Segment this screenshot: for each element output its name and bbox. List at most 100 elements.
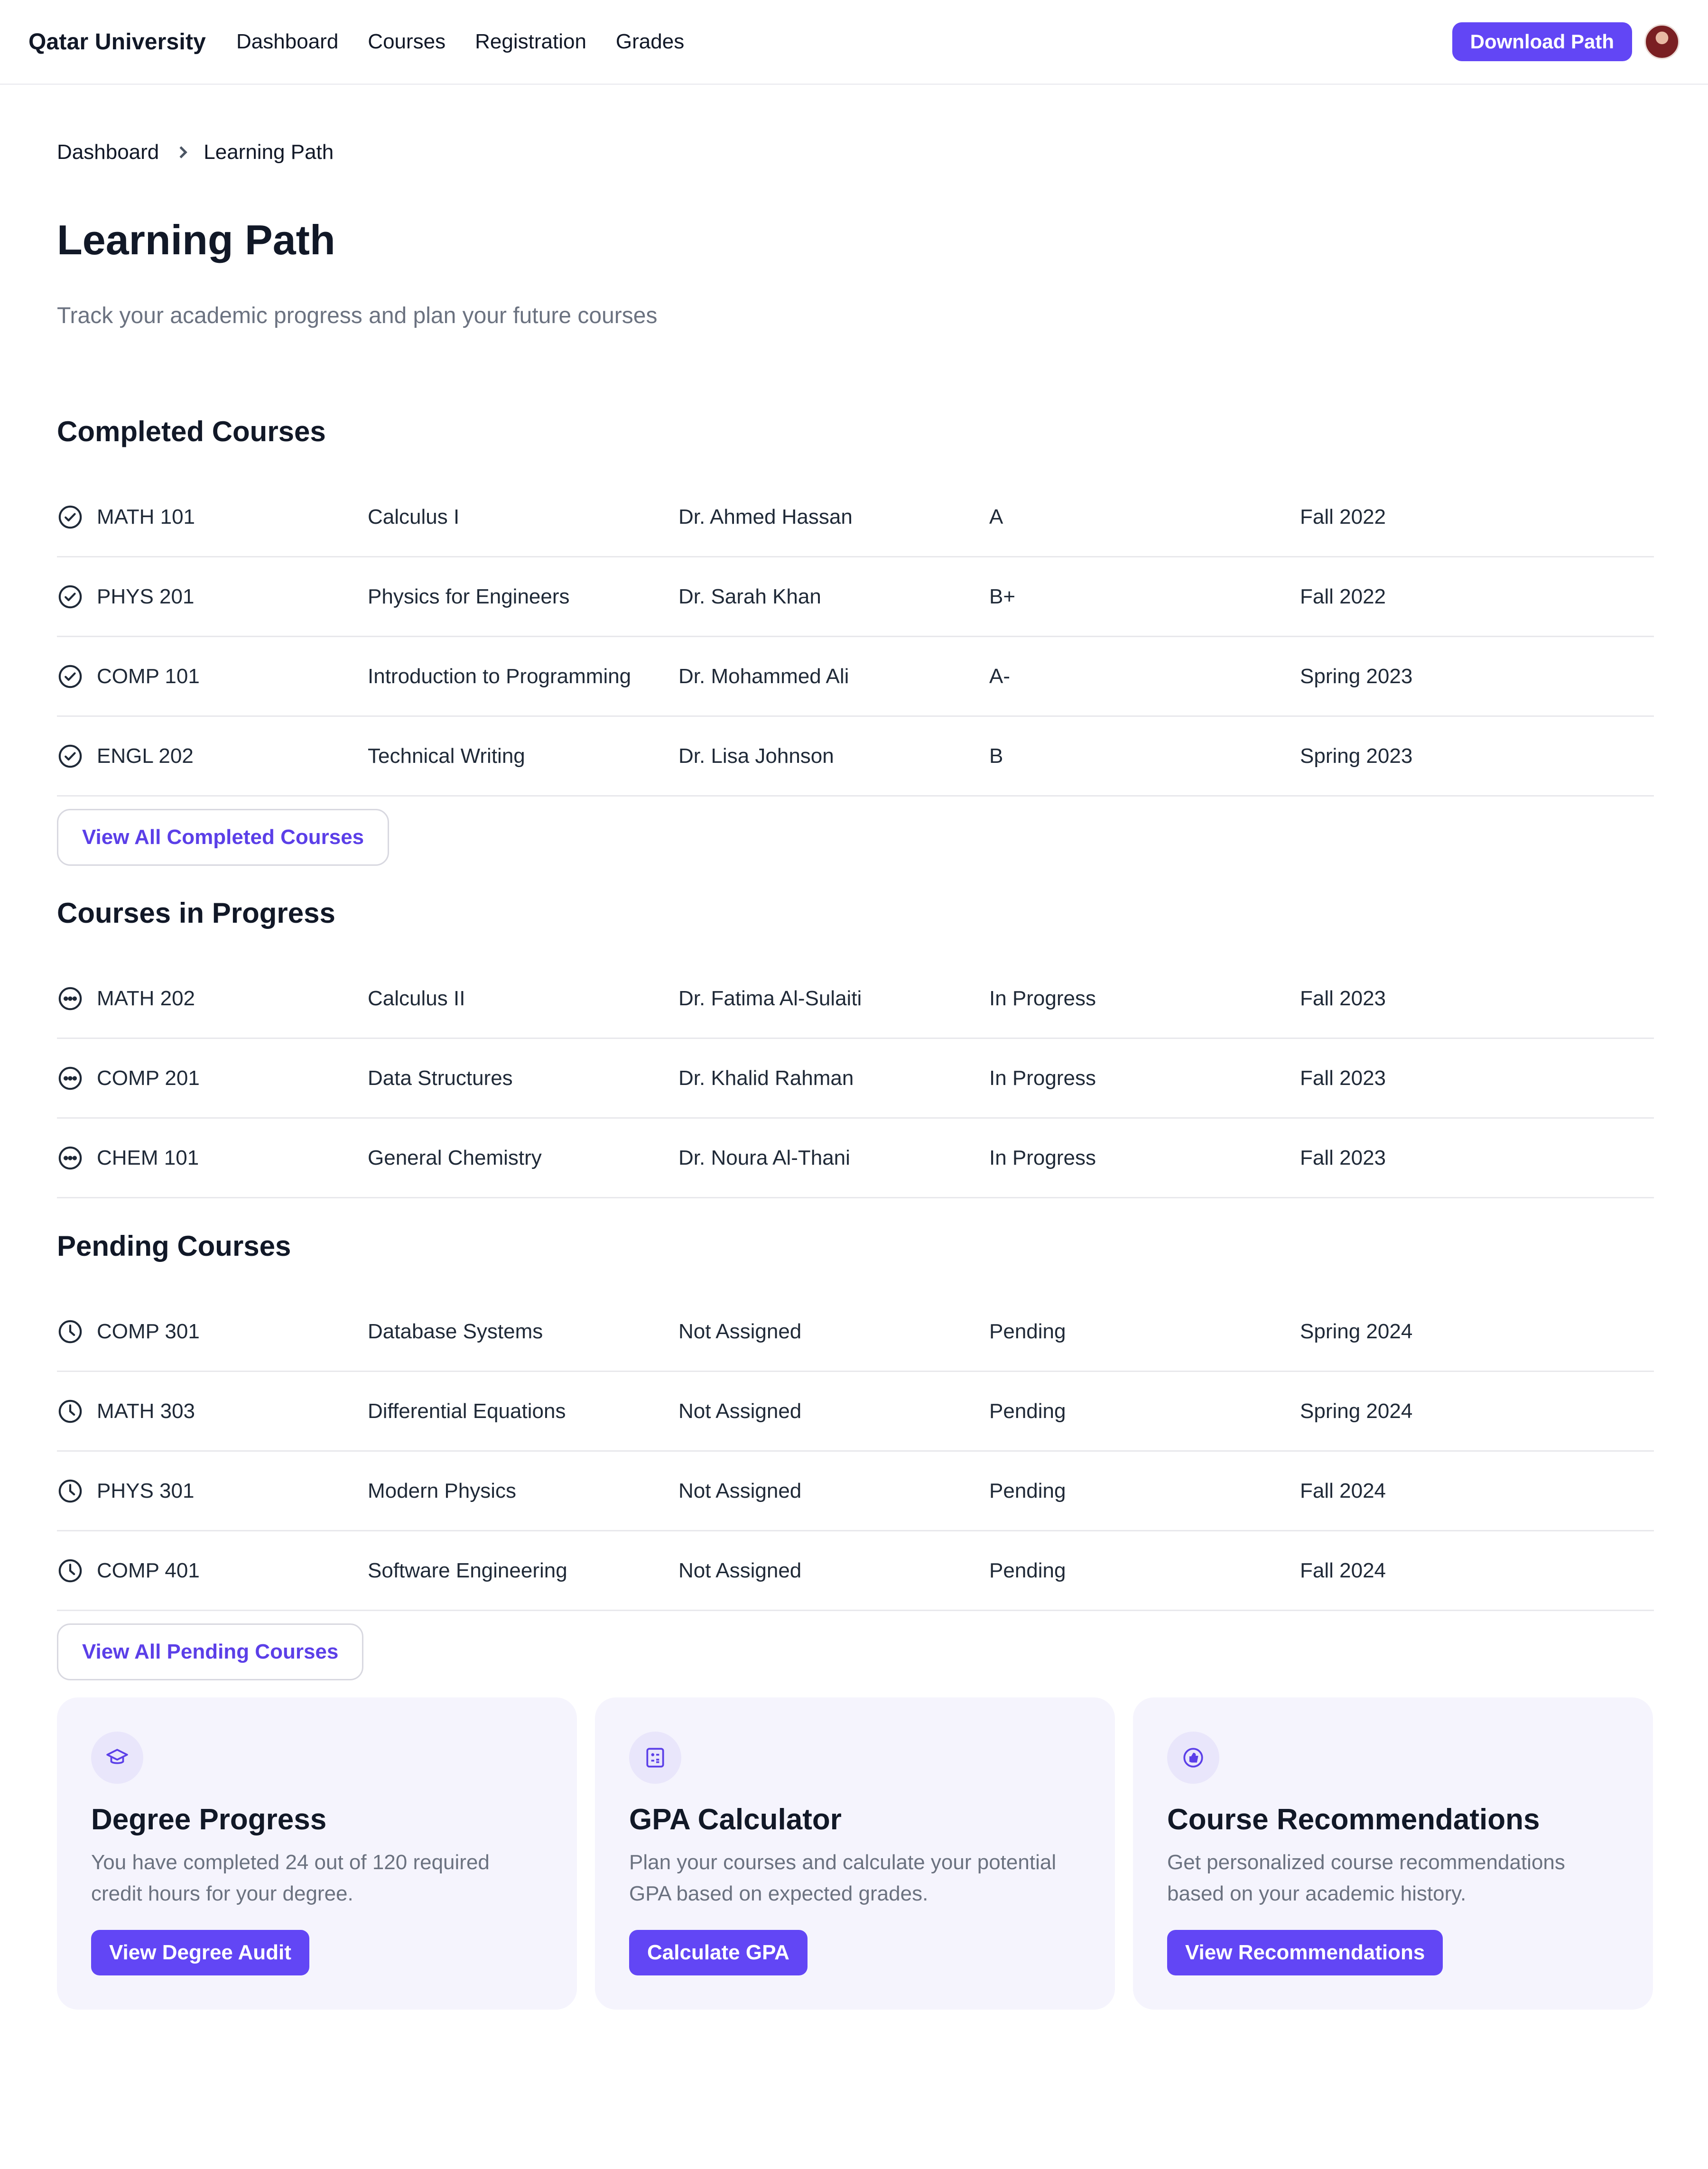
course-code-cell: COMP 401 [57,1557,368,1584]
course-instructor: Dr. Khalid Rahman [678,1066,854,1090]
course-title: Technical Writing [368,744,525,768]
course-code: CHEM 101 [97,1146,199,1169]
table-row[interactable]: PHYS 301 Modern Physics Not Assigned Pendin… [57,1452,1654,1531]
course-instructor: Dr. Mohammed Ali [678,664,849,688]
course-instructor: Dr. Ahmed Hassan [678,505,853,528]
course-grade: Pending [989,1558,1066,1582]
table-row[interactable]: MATH 303 Differential Equations Not Assign… [57,1372,1654,1452]
main-nav: Dashboard Courses Registration Grades [236,30,684,54]
course-grade: In Progress [989,1066,1096,1090]
course-term: Spring 2023 [1300,664,1413,688]
table-row[interactable]: ENGL 202 Technical Writing Dr. Lisa Johnso… [57,717,1654,797]
brand-logo[interactable]: Qatar University [28,29,206,55]
nav-courses[interactable]: Courses [368,30,446,54]
gpa-calculator-card: GPA Calculator Plan your courses and cal… [595,1697,1115,2010]
course-code: MATH 303 [97,1399,195,1423]
course-instructor: Not Assigned [678,1479,802,1502]
course-code-cell: PHYS 301 [57,1478,368,1504]
course-title: General Chemistry [368,1146,542,1169]
course-instructor: Dr. Noura Al-Thani [678,1146,850,1169]
check-circle-icon [57,504,84,530]
table-row[interactable]: CHEM 101 General Chemistry Dr. Noura Al-Th… [57,1119,1654,1198]
course-code-cell: COMP 301 [57,1318,368,1345]
course-code-cell: COMP 201 [57,1065,368,1092]
course-code: COMP 201 [97,1066,200,1090]
table-row[interactable]: MATH 101 Calculus I Dr. Ahmed Hassan A Fall … [57,478,1654,557]
course-grade: B+ [989,584,1016,608]
course-term: Fall 2023 [1300,986,1386,1010]
course-title: Differential Equations [368,1399,566,1423]
course-title: Database Systems [368,1319,543,1343]
course-term: Fall 2022 [1300,505,1386,528]
in-progress-section-title: Courses in Progress [57,897,335,929]
card-description: Plan your courses and calculate your pot… [629,1851,1057,1905]
course-term: Fall 2022 [1300,584,1386,608]
pending-table: COMP 301 Database Systems Not Assigned Pend… [57,1292,1654,1611]
avatar[interactable] [1644,24,1680,59]
clock-icon [57,1398,84,1425]
check-circle-icon [57,743,84,769]
table-row[interactable]: COMP 401 Software Engineering Not Assigned… [57,1531,1654,1611]
breadcrumb-dashboard[interactable]: Dashboard [57,140,159,164]
dots-circle-icon [57,1145,84,1171]
course-code: COMP 301 [97,1319,200,1343]
card-title: Course Recommendations [1167,1803,1540,1836]
view-all-completed-button[interactable]: View All Completed Courses [57,809,390,866]
table-row[interactable]: COMP 101 Introduction to Programming Dr. M… [57,637,1654,717]
course-term: Fall 2023 [1300,1146,1386,1169]
table-row[interactable]: PHYS 201 Physics for Engineers Dr. Sarah K… [57,557,1654,637]
breadcrumb-current: Learning Path [204,140,334,164]
course-term: Spring 2024 [1300,1319,1413,1343]
course-instructor: Not Assigned [678,1319,802,1343]
course-code: MATH 101 [97,505,195,528]
course-code-cell: CHEM 101 [57,1145,368,1171]
completed-section-title: Completed Courses [57,416,326,447]
course-term: Spring 2023 [1300,744,1413,768]
course-code: PHYS 301 [97,1479,195,1502]
course-code-cell: PHYS 201 [57,584,368,610]
feature-cards: Degree Progress You have completed 24 ou… [57,1697,1654,2010]
course-title: Calculus I [368,505,460,528]
check-circle-icon [57,663,84,690]
course-code-cell: ENGL 202 [57,743,368,769]
nav-registration[interactable]: Registration [475,30,586,54]
course-title: Modern Physics [368,1479,517,1502]
calculator-icon [629,1732,681,1784]
course-code: PHYS 201 [97,584,195,608]
view-all-pending-button[interactable]: View All Pending Courses [57,1623,364,1680]
course-grade: B [989,744,1003,768]
course-code: COMP 101 [97,664,200,688]
download-path-button[interactable]: Download Path [1452,22,1632,61]
clock-icon [57,1478,84,1504]
calculate-gpa-button[interactable]: Calculate GPA [629,1930,808,1975]
clock-icon [57,1318,84,1345]
table-row[interactable]: COMP 301 Database Systems Not Assigned Pend… [57,1292,1654,1372]
table-row[interactable]: MATH 202 Calculus II Dr. Fatima Al-Sulaiti… [57,959,1654,1039]
course-recommendations-card: Course Recommendations Get personalized … [1133,1697,1653,2010]
course-term: Spring 2024 [1300,1399,1413,1423]
breadcrumb: Dashboard Learning Path [57,140,334,164]
course-title: Calculus II [368,986,465,1010]
course-grade: In Progress [989,986,1096,1010]
course-code-cell: MATH 202 [57,985,368,1012]
course-grade: Pending [989,1399,1066,1423]
course-instructor: Dr. Sarah Khan [678,584,821,608]
card-title: GPA Calculator [629,1803,842,1836]
dots-circle-icon [57,1065,84,1092]
course-instructor: Not Assigned [678,1558,802,1582]
graduation-cap-icon [91,1732,143,1784]
top-navbar: Qatar University Dashboard Courses Regis… [0,0,1708,85]
table-row[interactable]: COMP 201 Data Structures Dr. Khalid Rahman… [57,1039,1654,1119]
page-subtitle: Track your academic progress and plan yo… [57,303,658,328]
course-code-cell: MATH 303 [57,1398,368,1425]
view-degree-audit-button[interactable]: View Degree Audit [91,1930,309,1975]
nav-dashboard[interactable]: Dashboard [236,30,338,54]
clock-icon [57,1557,84,1584]
thumbs-up-icon [1167,1732,1219,1784]
card-description: Get personalized course recommendations … [1167,1851,1565,1905]
course-grade: A- [989,664,1010,688]
course-instructor: Dr. Lisa Johnson [678,744,834,768]
course-grade: In Progress [989,1146,1096,1169]
view-recommendations-button[interactable]: View Recommendations [1167,1930,1443,1975]
nav-grades[interactable]: Grades [616,30,684,54]
